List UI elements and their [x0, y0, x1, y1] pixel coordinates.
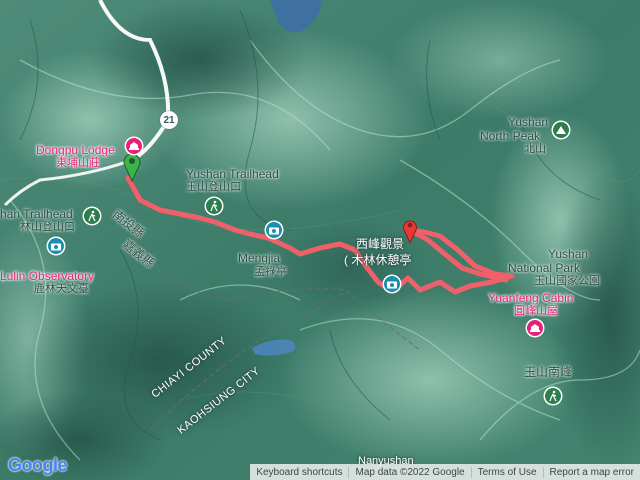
mengjia-label[interactable]: Mengjia — [238, 252, 280, 265]
yushan-trailhead-label-zh: 玉山登山口 — [186, 181, 241, 193]
dongpu-lodge-label-zh: 東埔山莊 — [56, 157, 100, 169]
lulin-trailhead-label[interactable]: han Trailhead — [0, 208, 73, 221]
national-park-label-zh: 玉山國家公園 — [534, 275, 600, 287]
google-logo: Google — [8, 455, 68, 475]
north-peak-label-2: North Peak — [480, 129, 541, 143]
hiker-icon[interactable] — [206, 198, 222, 214]
yuanfeng-cabin-label[interactable]: Yuanfeng Cabin — [488, 292, 573, 305]
hiker-icon[interactable] — [545, 388, 561, 404]
lulin-observatory-label-zh: 鹿林天文臺 — [34, 283, 89, 295]
end-marker-icon[interactable] — [402, 218, 418, 244]
lodge-icon[interactable] — [126, 138, 142, 154]
xifeng-viewpoint-label-2: ( 木林休憩亭 — [344, 253, 412, 267]
north-peak-label-zh: 北山 — [524, 143, 546, 155]
camera-icon[interactable] — [48, 238, 64, 254]
map-data-text: Map data ©2022 Google — [348, 466, 470, 478]
mengjia-label-zh: 孟祿亭 — [254, 266, 287, 278]
yushan-trailhead-label[interactable]: Yushan Trailhead — [186, 168, 279, 181]
camera-icon[interactable] — [384, 276, 400, 292]
xifeng-viewpoint-label[interactable]: 西峰觀景 — [356, 238, 404, 251]
lodge-icon[interactable] — [527, 320, 543, 336]
national-park-label-1[interactable]: Yushan — [548, 248, 588, 261]
yuanfeng-cabin-label-zh: 圓峰山屋 — [514, 305, 558, 317]
lulin-observatory-label[interactable]: Lulin Observatory — [0, 270, 94, 283]
hiker-icon[interactable] — [84, 208, 100, 224]
south-peak-label[interactable]: 玉山南峰 — [524, 366, 572, 379]
peak-icon[interactable] — [553, 122, 569, 138]
terrain-layer — [0, 0, 640, 480]
start-marker-icon[interactable] — [122, 152, 142, 182]
route-21-badge: 21 — [160, 111, 178, 129]
camera-icon[interactable] — [266, 222, 282, 238]
map-view[interactable]: 21 Dongpu Lodge 東埔山莊 han Trailhead 林山登山口… — [0, 0, 640, 480]
lulin-trailhead-label-zh: 林山登山口 — [20, 221, 75, 233]
national-park-label-2: National Park — [508, 261, 581, 275]
north-peak-label-1[interactable]: Yushan — [508, 116, 548, 129]
report-error-link[interactable]: Report a map error — [542, 466, 640, 478]
dongpu-lodge-label[interactable]: Dongpu Lodge — [36, 144, 115, 157]
attribution-bar: Keyboard shortcuts Map data ©2022 Google… — [250, 464, 640, 480]
keyboard-shortcuts-link[interactable]: Keyboard shortcuts — [250, 467, 348, 478]
terms-link[interactable]: Terms of Use — [470, 466, 543, 478]
